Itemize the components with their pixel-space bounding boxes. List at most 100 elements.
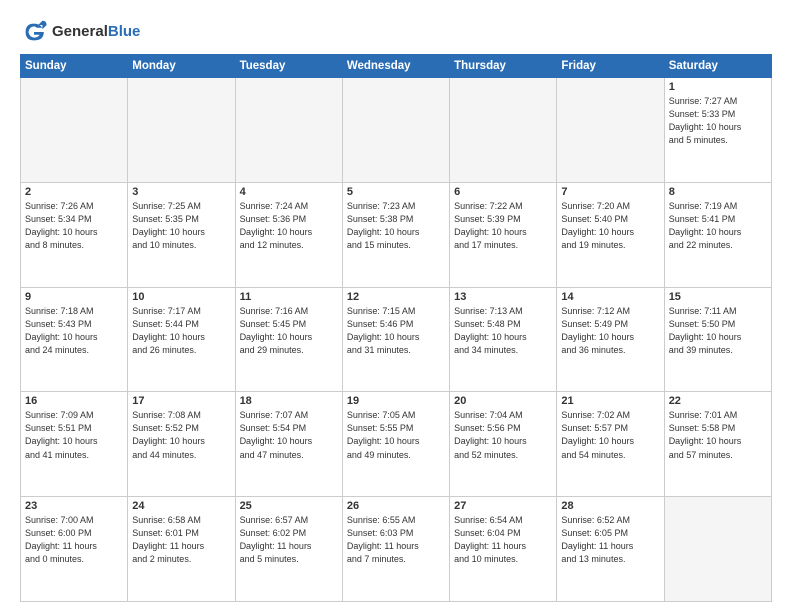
day-number: 14 [561, 291, 659, 303]
weekday-header-wednesday: Wednesday [342, 55, 449, 78]
logo-general: General [52, 23, 108, 40]
calendar-cell: 12 Sunrise: 7:15 AM Sunset: 5:46 PM Dayli… [342, 287, 449, 392]
day-number: 19 [347, 395, 445, 407]
day-number: 11 [240, 291, 338, 303]
day-info: Sunrise: 7:01 AM Sunset: 5:58 PM Dayligh… [669, 409, 767, 461]
calendar-cell: 2Sunrise: 7:26 AM Sunset: 5:34 PM Daylig… [21, 182, 128, 287]
day-info: Sunrise: 6:58 AM Sunset: 6:01 PM Dayligh… [132, 514, 230, 566]
calendar-cell: 23 Sunrise: 7:00 AM Sunset: 6:00 PM Dayli… [21, 497, 128, 602]
calendar-cell: 3 Sunrise: 7:25 AM Sunset: 5:35 PM Daylig… [128, 182, 235, 287]
calendar-cell: 20 Sunrise: 7:04 AM Sunset: 5:56 PM Dayli… [450, 392, 557, 497]
day-info: Sunrise: 7:09 AM Sunset: 5:51 PM Dayligh… [25, 409, 123, 461]
day-info: Sunrise: 7:11 AM Sunset: 5:50 PM Dayligh… [669, 305, 767, 357]
logo-text: GeneralBlue [52, 23, 140, 40]
header: GeneralBlue [20, 18, 772, 46]
calendar-cell: 14 Sunrise: 7:12 AM Sunset: 5:49 PM Dayli… [557, 287, 664, 392]
day-number: 21 [561, 395, 659, 407]
weekday-header-saturday: Saturday [664, 55, 771, 78]
day-number: 22 [669, 395, 767, 407]
day-info: Sunrise: 7:04 AM Sunset: 5:56 PM Dayligh… [454, 409, 552, 461]
day-number: 24 [132, 500, 230, 512]
day-info: Sunrise: 7:15 AM Sunset: 5:46 PM Dayligh… [347, 305, 445, 357]
weekday-header-friday: Friday [557, 55, 664, 78]
day-info: Sunrise: 6:52 AM Sunset: 6:05 PM Dayligh… [561, 514, 659, 566]
weekday-header-tuesday: Tuesday [235, 55, 342, 78]
calendar-cell [664, 497, 771, 602]
day-number: 26 [347, 500, 445, 512]
day-info: Sunrise: 7:23 AM Sunset: 5:38 PM Dayligh… [347, 200, 445, 252]
logo: GeneralBlue [20, 18, 140, 46]
day-number: 20 [454, 395, 552, 407]
day-number: 17 [132, 395, 230, 407]
day-info: Sunrise: 7:20 AM Sunset: 5:40 PM Dayligh… [561, 200, 659, 252]
day-number: 25 [240, 500, 338, 512]
day-number: 6 [454, 186, 552, 198]
calendar-cell: 16Sunrise: 7:09 AM Sunset: 5:51 PM Dayli… [21, 392, 128, 497]
calendar-cell: 15 Sunrise: 7:11 AM Sunset: 5:50 PM Dayli… [664, 287, 771, 392]
calendar-cell: 6 Sunrise: 7:22 AM Sunset: 5:39 PM Daylig… [450, 182, 557, 287]
calendar-cell: 22 Sunrise: 7:01 AM Sunset: 5:58 PM Dayli… [664, 392, 771, 497]
day-number: 7 [561, 186, 659, 198]
day-info: Sunrise: 7:24 AM Sunset: 5:36 PM Dayligh… [240, 200, 338, 252]
calendar-cell: 25Sunrise: 6:57 AM Sunset: 6:02 PM Dayli… [235, 497, 342, 602]
day-number: 5 [347, 186, 445, 198]
day-number: 12 [347, 291, 445, 303]
day-info: Sunrise: 6:55 AM Sunset: 6:03 PM Dayligh… [347, 514, 445, 566]
day-info: Sunrise: 7:07 AM Sunset: 5:54 PM Dayligh… [240, 409, 338, 461]
calendar-cell: 19 Sunrise: 7:05 AM Sunset: 5:55 PM Dayli… [342, 392, 449, 497]
page: GeneralBlue SundayMondayTuesdayWednesday… [0, 0, 792, 612]
day-info: Sunrise: 7:19 AM Sunset: 5:41 PM Dayligh… [669, 200, 767, 252]
calendar-cell [21, 78, 128, 183]
weekday-header-thursday: Thursday [450, 55, 557, 78]
day-info: Sunrise: 7:25 AM Sunset: 5:35 PM Dayligh… [132, 200, 230, 252]
calendar-cell: 26 Sunrise: 6:55 AM Sunset: 6:03 PM Dayli… [342, 497, 449, 602]
calendar-cell: 4 Sunrise: 7:24 AM Sunset: 5:36 PM Daylig… [235, 182, 342, 287]
calendar-cell: 5 Sunrise: 7:23 AM Sunset: 5:38 PM Daylig… [342, 182, 449, 287]
day-info: Sunrise: 7:13 AM Sunset: 5:48 PM Dayligh… [454, 305, 552, 357]
day-number: 9 [25, 291, 123, 303]
day-info: Sunrise: 7:27 AM Sunset: 5:33 PM Dayligh… [669, 95, 767, 147]
calendar-cell: 11Sunrise: 7:16 AM Sunset: 5:45 PM Dayli… [235, 287, 342, 392]
calendar-cell: 8 Sunrise: 7:19 AM Sunset: 5:41 PM Daylig… [664, 182, 771, 287]
day-number: 18 [240, 395, 338, 407]
weekday-header-row: SundayMondayTuesdayWednesdayThursdayFrid… [21, 55, 772, 78]
week-row-0: 1 Sunrise: 7:27 AM Sunset: 5:33 PM Daylig… [21, 78, 772, 183]
day-info: Sunrise: 7:02 AM Sunset: 5:57 PM Dayligh… [561, 409, 659, 461]
calendar-cell: 9Sunrise: 7:18 AM Sunset: 5:43 PM Daylig… [21, 287, 128, 392]
day-number: 28 [561, 500, 659, 512]
day-number: 15 [669, 291, 767, 303]
day-number: 3 [132, 186, 230, 198]
logo-blue-text: Blue [108, 23, 141, 40]
calendar-cell: 7 Sunrise: 7:20 AM Sunset: 5:40 PM Daylig… [557, 182, 664, 287]
day-info: Sunrise: 7:08 AM Sunset: 5:52 PM Dayligh… [132, 409, 230, 461]
calendar-cell [342, 78, 449, 183]
day-info: Sunrise: 7:22 AM Sunset: 5:39 PM Dayligh… [454, 200, 552, 252]
day-info: Sunrise: 7:26 AM Sunset: 5:34 PM Dayligh… [25, 200, 123, 252]
weekday-header-sunday: Sunday [21, 55, 128, 78]
week-row-2: 9Sunrise: 7:18 AM Sunset: 5:43 PM Daylig… [21, 287, 772, 392]
week-row-4: 23 Sunrise: 7:00 AM Sunset: 6:00 PM Dayli… [21, 497, 772, 602]
day-number: 8 [669, 186, 767, 198]
calendar-cell: 18 Sunrise: 7:07 AM Sunset: 5:54 PM Dayli… [235, 392, 342, 497]
calendar-cell [128, 78, 235, 183]
day-number: 13 [454, 291, 552, 303]
calendar-cell: 13 Sunrise: 7:13 AM Sunset: 5:48 PM Dayli… [450, 287, 557, 392]
day-info: Sunrise: 7:05 AM Sunset: 5:55 PM Dayligh… [347, 409, 445, 461]
day-info: Sunrise: 7:00 AM Sunset: 6:00 PM Dayligh… [25, 514, 123, 566]
calendar-cell: 21 Sunrise: 7:02 AM Sunset: 5:57 PM Dayli… [557, 392, 664, 497]
calendar-cell: 1 Sunrise: 7:27 AM Sunset: 5:33 PM Daylig… [664, 78, 771, 183]
calendar-cell: 27Sunrise: 6:54 AM Sunset: 6:04 PM Dayli… [450, 497, 557, 602]
day-number: 4 [240, 186, 338, 198]
week-row-3: 16Sunrise: 7:09 AM Sunset: 5:51 PM Dayli… [21, 392, 772, 497]
day-info: Sunrise: 6:54 AM Sunset: 6:04 PM Dayligh… [454, 514, 552, 566]
day-info: Sunrise: 7:12 AM Sunset: 5:49 PM Dayligh… [561, 305, 659, 357]
day-number: 1 [669, 81, 767, 93]
weekday-header-monday: Monday [128, 55, 235, 78]
day-info: Sunrise: 7:17 AM Sunset: 5:44 PM Dayligh… [132, 305, 230, 357]
calendar-cell: 28 Sunrise: 6:52 AM Sunset: 6:05 PM Dayli… [557, 497, 664, 602]
day-number: 23 [25, 500, 123, 512]
calendar-cell [557, 78, 664, 183]
logo-icon [20, 18, 48, 46]
calendar-cell [235, 78, 342, 183]
calendar-cell: 24 Sunrise: 6:58 AM Sunset: 6:01 PM Dayli… [128, 497, 235, 602]
